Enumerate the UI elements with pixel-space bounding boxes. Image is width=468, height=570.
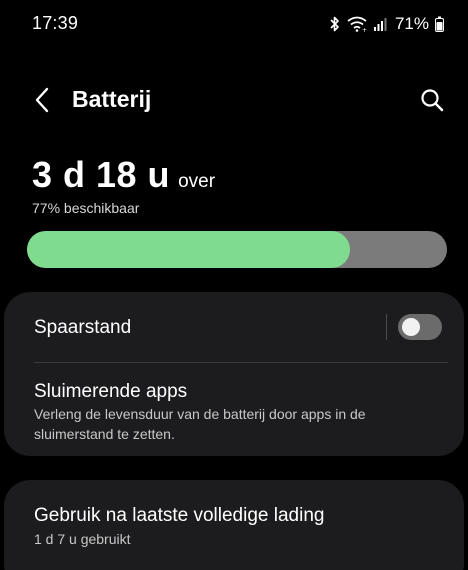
status-time: 17:39: [32, 13, 79, 33]
bluetooth-icon: [329, 16, 341, 32]
power-saving-toggle[interactable]: [398, 314, 442, 340]
svg-text:+: +: [362, 27, 367, 32]
usage-card[interactable]: Gebruik na laatste volledige lading 1 d …: [4, 480, 464, 570]
back-button[interactable]: [26, 84, 58, 116]
sleeping-apps-label[interactable]: Sluimerende apps: [34, 381, 187, 403]
battery-level-bar: [27, 231, 447, 268]
chevron-left-icon: [35, 87, 49, 113]
status-icons: + 71%: [329, 14, 444, 34]
battery-settings-card: Spaarstand Sluimerende apps Verleng de l…: [4, 292, 464, 456]
sleeping-apps-description: Verleng de levensduur van de batterij do…: [34, 406, 366, 442]
battery-percent: 71%: [394, 14, 429, 33]
toggle-divider: [386, 314, 387, 340]
remaining-time: 3 d 18 u: [32, 154, 171, 195]
card-divider: [34, 362, 448, 363]
battery-icon: [435, 16, 444, 32]
usage-label[interactable]: Gebruik na laatste volledige lading: [34, 505, 324, 527]
search-icon: [421, 89, 444, 112]
app-bar: Batterij: [0, 80, 468, 120]
battery-level-fill: [27, 231, 351, 268]
remaining-suffix: over: [178, 171, 216, 192]
battery-remaining: 3 d 18 u over: [32, 154, 215, 196]
page-title: Batterij: [72, 86, 152, 112]
search-button[interactable]: [416, 84, 448, 116]
signal-icon: [373, 17, 387, 31]
usage-subtitle: 1 d 7 u gebruikt: [34, 531, 131, 547]
power-saving-label[interactable]: Spaarstand: [34, 317, 131, 339]
status-bar: 17:39 + 71%: [0, 0, 468, 48]
battery-available: 77% beschikbaar: [32, 200, 140, 216]
wifi-icon: +: [347, 16, 367, 32]
toggle-knob: [402, 318, 420, 336]
